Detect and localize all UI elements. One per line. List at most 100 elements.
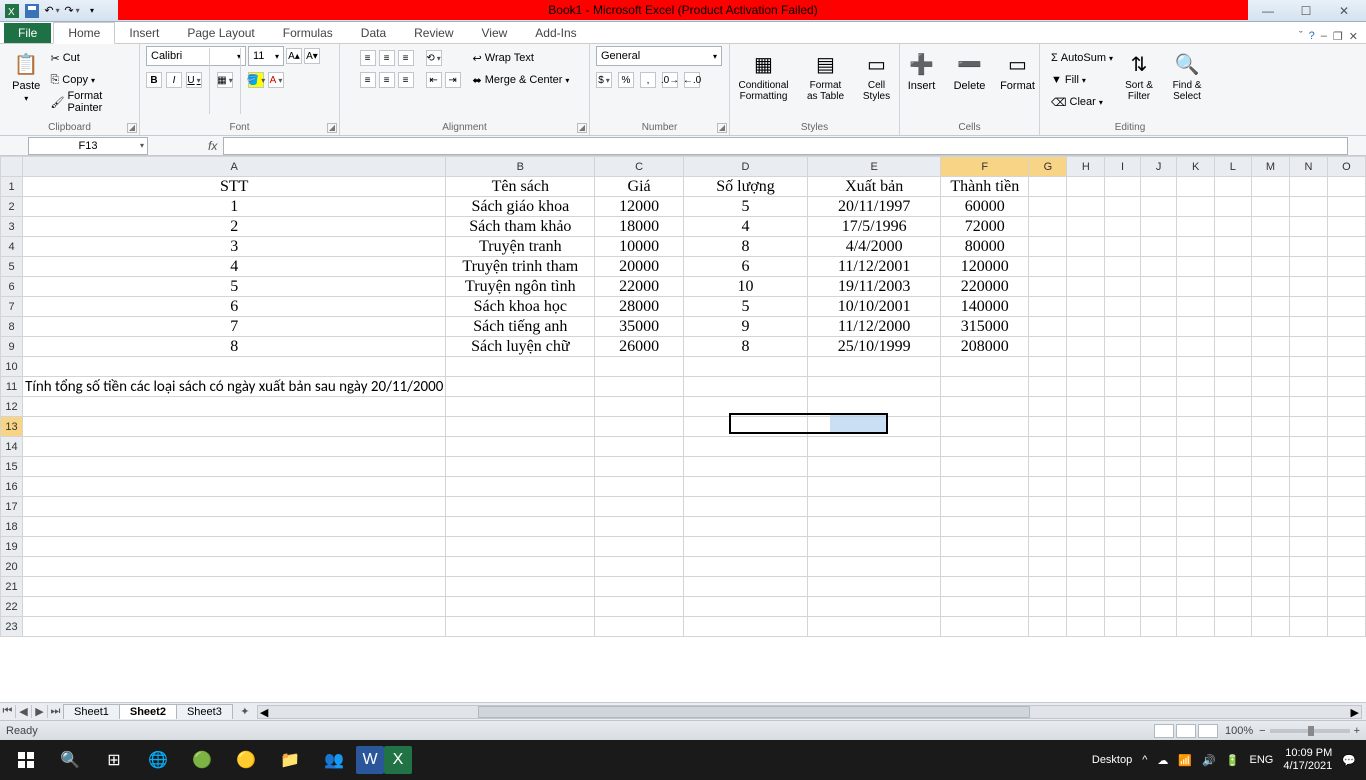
cell-M6[interactable] bbox=[1251, 277, 1289, 297]
cell-I18[interactable] bbox=[1105, 517, 1141, 537]
clipboard-launcher[interactable]: ◢ bbox=[127, 123, 137, 133]
cell-I15[interactable] bbox=[1105, 457, 1141, 477]
cell-styles-button[interactable]: ▭Cell Styles bbox=[855, 46, 899, 102]
cell-D16[interactable] bbox=[683, 477, 807, 497]
cell-M20[interactable] bbox=[1251, 557, 1289, 577]
cell-E10[interactable] bbox=[808, 357, 941, 377]
find-select-button[interactable]: 🔍Find & Select bbox=[1165, 46, 1209, 102]
cell-O10[interactable] bbox=[1327, 357, 1365, 377]
font-size-combo[interactable]: 11▾ bbox=[248, 46, 284, 66]
cell-D4[interactable]: 8 bbox=[683, 237, 807, 257]
cell-G14[interactable] bbox=[1029, 437, 1067, 457]
select-all-corner[interactable] bbox=[1, 157, 23, 177]
doc-minimize-icon[interactable]: – bbox=[1321, 30, 1327, 43]
cell-B5[interactable]: Truyện trinh tham bbox=[446, 257, 595, 277]
cell-A10[interactable] bbox=[23, 357, 446, 377]
cell-E23[interactable] bbox=[808, 617, 941, 637]
cell-G8[interactable] bbox=[1029, 317, 1067, 337]
cell-F13[interactable] bbox=[941, 417, 1029, 437]
network-icon[interactable]: 📶 bbox=[1178, 754, 1192, 767]
cell-G17[interactable] bbox=[1029, 497, 1067, 517]
fill-color-button[interactable]: 🪣 bbox=[248, 72, 264, 88]
tab-addins[interactable]: Add-Ins bbox=[521, 23, 590, 43]
clock[interactable]: 10:09 PM4/17/2021 bbox=[1283, 747, 1332, 773]
cell-F6[interactable]: 220000 bbox=[941, 277, 1029, 297]
cell-G20[interactable] bbox=[1029, 557, 1067, 577]
cell-K22[interactable] bbox=[1177, 597, 1214, 617]
row-header-19[interactable]: 19 bbox=[1, 537, 23, 557]
wrap-text-button[interactable]: ↩Wrap Text bbox=[473, 48, 570, 68]
cell-K7[interactable] bbox=[1177, 297, 1214, 317]
cell-L17[interactable] bbox=[1214, 497, 1251, 517]
col-header-K[interactable]: K bbox=[1177, 157, 1214, 177]
cell-B10[interactable] bbox=[446, 357, 595, 377]
grow-font-button[interactable]: A▴ bbox=[286, 48, 302, 64]
cell-K21[interactable] bbox=[1177, 577, 1214, 597]
cell-I10[interactable] bbox=[1105, 357, 1141, 377]
cell-J11[interactable] bbox=[1140, 377, 1177, 397]
cell-K17[interactable] bbox=[1177, 497, 1214, 517]
col-header-J[interactable]: J bbox=[1140, 157, 1177, 177]
cell-B9[interactable]: Sách luyện chữ bbox=[446, 337, 595, 357]
cell-G3[interactable] bbox=[1029, 217, 1067, 237]
cell-D1[interactable]: Số lượng bbox=[683, 177, 807, 197]
cell-D18[interactable] bbox=[683, 517, 807, 537]
italic-button[interactable]: I bbox=[166, 72, 182, 88]
cell-C21[interactable] bbox=[595, 577, 684, 597]
sheet-tab-3[interactable]: Sheet3 bbox=[176, 704, 233, 719]
cell-J12[interactable] bbox=[1140, 397, 1177, 417]
cell-H18[interactable] bbox=[1067, 517, 1105, 537]
cell-F23[interactable] bbox=[941, 617, 1029, 637]
cell-F10[interactable] bbox=[941, 357, 1029, 377]
cell-E6[interactable]: 19/11/2003 bbox=[808, 277, 941, 297]
cell-O22[interactable] bbox=[1327, 597, 1365, 617]
cell-L14[interactable] bbox=[1214, 437, 1251, 457]
cell-B17[interactable] bbox=[446, 497, 595, 517]
maximize-button[interactable]: ☐ bbox=[1294, 4, 1318, 18]
cell-O17[interactable] bbox=[1327, 497, 1365, 517]
cell-F5[interactable]: 120000 bbox=[941, 257, 1029, 277]
cell-H23[interactable] bbox=[1067, 617, 1105, 637]
cell-H22[interactable] bbox=[1067, 597, 1105, 617]
cell-O13[interactable] bbox=[1327, 417, 1365, 437]
cut-button[interactable]: ✂Cut bbox=[50, 48, 133, 68]
cell-G15[interactable] bbox=[1029, 457, 1067, 477]
cell-K12[interactable] bbox=[1177, 397, 1214, 417]
cell-A9[interactable]: 8 bbox=[23, 337, 446, 357]
sheet-nav-next[interactable]: ▶ bbox=[32, 705, 48, 718]
format-painter-button[interactable]: 🖌Format Painter bbox=[50, 92, 133, 112]
cell-B1[interactable]: Tên sách bbox=[446, 177, 595, 197]
col-header-H[interactable]: H bbox=[1067, 157, 1105, 177]
cell-M14[interactable] bbox=[1251, 437, 1289, 457]
cell-A7[interactable]: 6 bbox=[23, 297, 446, 317]
cell-N23[interactable] bbox=[1290, 617, 1328, 637]
cell-H17[interactable] bbox=[1067, 497, 1105, 517]
align-left-button[interactable]: ≡ bbox=[360, 72, 376, 88]
new-sheet-button[interactable]: ✦ bbox=[237, 705, 253, 718]
cell-H8[interactable] bbox=[1067, 317, 1105, 337]
worksheet-area[interactable]: ABCDEFGHIJKLMNO1STTTên sáchGiáSố lượngXu… bbox=[0, 156, 1366, 702]
cell-I23[interactable] bbox=[1105, 617, 1141, 637]
cell-M9[interactable] bbox=[1251, 337, 1289, 357]
cell-O16[interactable] bbox=[1327, 477, 1365, 497]
cell-J4[interactable] bbox=[1140, 237, 1177, 257]
cell-H3[interactable] bbox=[1067, 217, 1105, 237]
cell-I3[interactable] bbox=[1105, 217, 1141, 237]
cell-E13[interactable] bbox=[808, 417, 941, 437]
cell-B4[interactable]: Truyện tranh bbox=[446, 237, 595, 257]
row-header-18[interactable]: 18 bbox=[1, 517, 23, 537]
cell-D19[interactable] bbox=[683, 537, 807, 557]
app-icon-1[interactable]: 🟢 bbox=[180, 740, 224, 780]
formula-bar[interactable] bbox=[223, 137, 1348, 155]
underline-button[interactable]: U bbox=[186, 72, 202, 88]
cell-A12[interactable] bbox=[23, 397, 446, 417]
cell-B21[interactable] bbox=[446, 577, 595, 597]
cell-A20[interactable] bbox=[23, 557, 446, 577]
cell-N16[interactable] bbox=[1290, 477, 1328, 497]
tab-formulas[interactable]: Formulas bbox=[269, 23, 347, 43]
cell-M17[interactable] bbox=[1251, 497, 1289, 517]
cell-J10[interactable] bbox=[1140, 357, 1177, 377]
cell-M22[interactable] bbox=[1251, 597, 1289, 617]
cell-G7[interactable] bbox=[1029, 297, 1067, 317]
align-center-button[interactable]: ≡ bbox=[379, 72, 395, 88]
